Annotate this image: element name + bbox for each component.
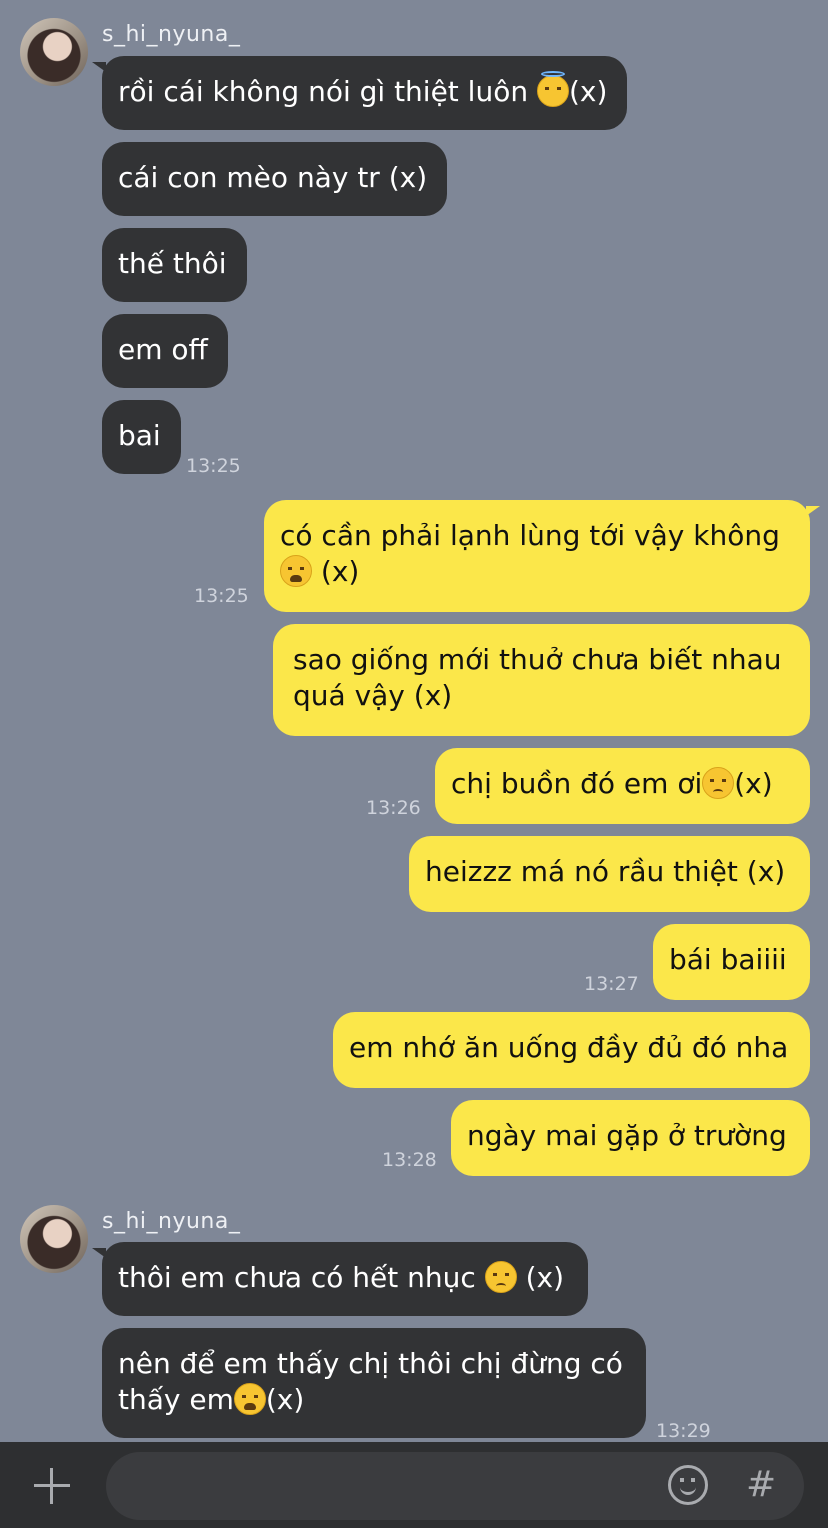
message-bubble-incoming[interactable]: thôi em chưa có hết nhục (x)	[92, 1242, 588, 1316]
message-bubble-outgoing[interactable]: sao giống mới thuở chưa biết nhau quá vậ…	[273, 624, 810, 736]
message-input-bar: #	[0, 1442, 828, 1528]
timestamp: 13:29	[656, 1420, 711, 1442]
timestamp: 13:25	[186, 455, 241, 477]
timestamp: 13:26	[366, 797, 421, 819]
message-bubble-outgoing[interactable]: heizzz má nó rầu thiệt (x)	[409, 836, 810, 912]
pensive-emoji	[484, 1261, 517, 1293]
message-bubble-outgoing[interactable]: bái baiiii	[653, 924, 810, 1000]
message-bubble-outgoing[interactable]: chị buồn đó em ơi (x)	[435, 748, 810, 824]
message-bubble-incoming[interactable]: rồi cái không nói gì thiệt luôn (x)	[91, 56, 628, 130]
sender-name: s_hi_nyuna_	[102, 1209, 241, 1234]
avatar[interactable]	[20, 18, 88, 86]
message-bubble-outgoing[interactable]: có cần phải lạnh lùng tới vậy không (x)	[264, 500, 820, 612]
hash-icon[interactable]: #	[746, 1464, 776, 1505]
smile-icon[interactable]	[668, 1465, 708, 1505]
message-bubble-incoming[interactable]: cái con mèo này tr (x)	[102, 142, 448, 216]
crying-emoji	[280, 555, 312, 587]
plus-icon[interactable]	[30, 1464, 74, 1508]
message-bubble-outgoing[interactable]: em nhớ ăn uống đầy đủ đó nha	[333, 1012, 810, 1088]
smiling-halo-emoji	[537, 71, 569, 107]
message-bubble-incoming[interactable]: bai	[102, 400, 181, 474]
crying-emoji	[233, 1383, 266, 1415]
message-input[interactable]: #	[106, 1452, 804, 1520]
timestamp: 13:25	[194, 585, 249, 607]
sender-name: s_hi_nyuna_	[102, 22, 241, 47]
message-bubble-outgoing[interactable]: ngày mai gặp ở trường	[451, 1100, 810, 1176]
chat-area: s_hi_nyuna_ rồi cái không nói gì thiệt l…	[0, 0, 828, 1442]
message-bubble-incoming[interactable]: thế thôi	[102, 228, 247, 302]
avatar[interactable]	[20, 1205, 88, 1273]
timestamp: 13:27	[584, 973, 639, 995]
message-bubble-incoming[interactable]: em off	[102, 314, 228, 388]
pensive-emoji	[702, 767, 735, 799]
timestamp: 13:28	[382, 1149, 437, 1171]
message-bubble-incoming[interactable]: nên để em thấy chị thôi chị đừng có thấy…	[102, 1328, 646, 1438]
